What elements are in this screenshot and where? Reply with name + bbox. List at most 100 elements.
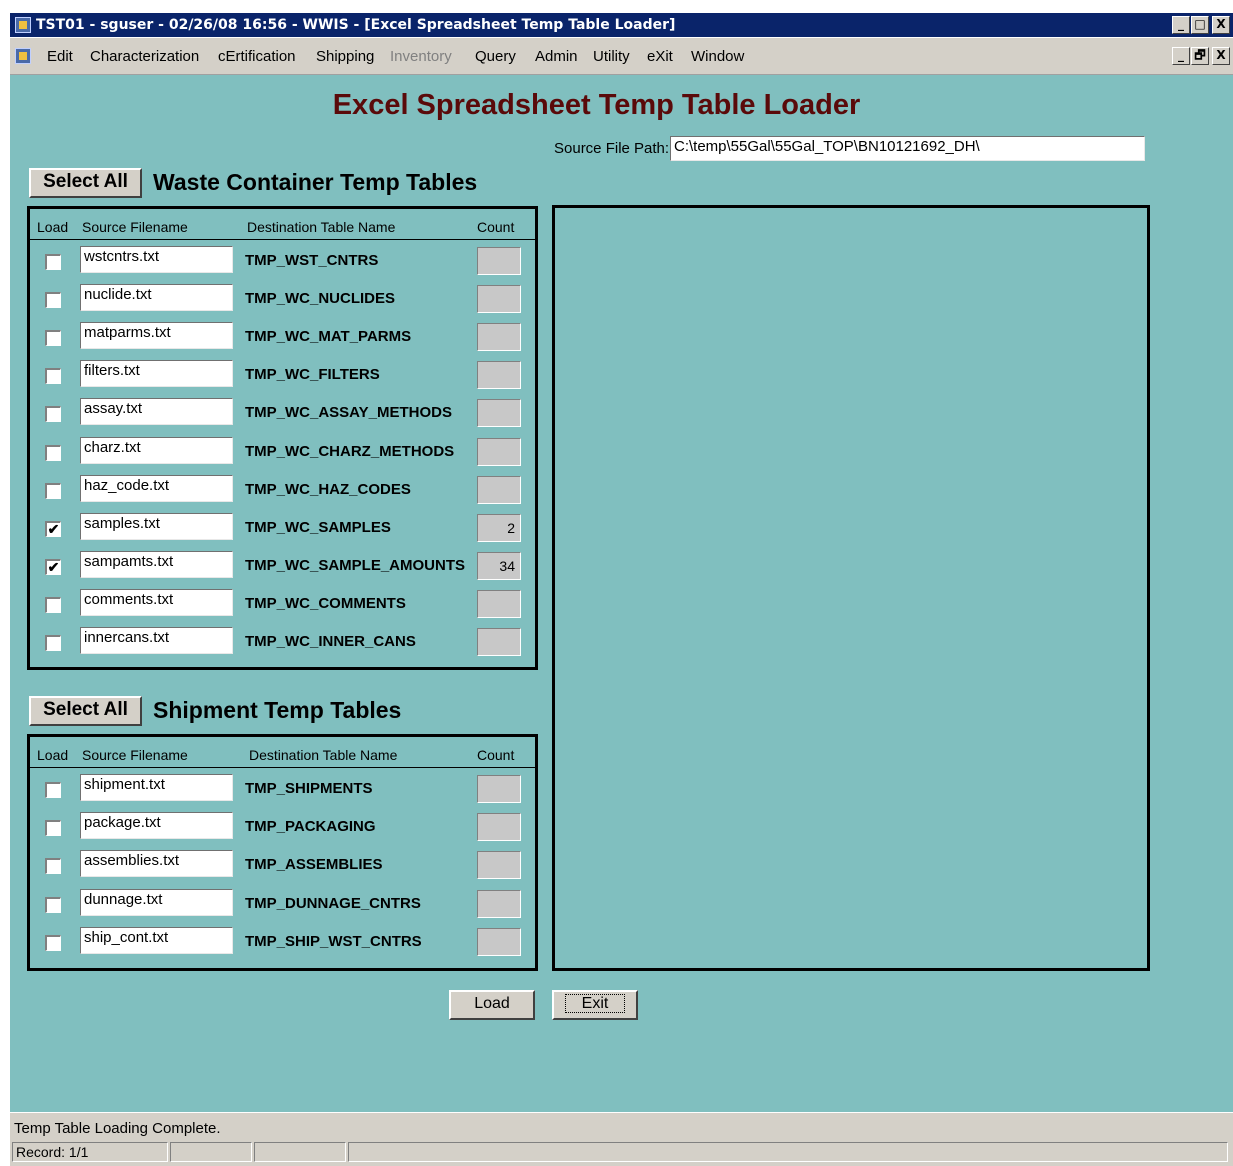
shipment-load-checkbox[interactable] [45, 896, 61, 913]
shipment-table-row: dunnage.txt TMP_DUNNAGE_CNTRS [30, 888, 535, 921]
shipment-source-filename-input[interactable]: shipment.txt [80, 774, 233, 801]
menu-query[interactable]: Query [475, 48, 516, 65]
menu-edit[interactable]: Edit [47, 48, 73, 65]
status-message: Temp Table Loading Complete. [14, 1120, 221, 1137]
shipment-count-field [477, 813, 521, 842]
shipment-count-field [477, 927, 521, 956]
waste-destination-table-name: TMP_WC_ASSAY_METHODS [245, 404, 452, 422]
waste-destination-table-name: TMP_WC_FILTERS [245, 366, 380, 384]
shipment-source-filename-input[interactable]: dunnage.txt [80, 888, 233, 916]
waste-destination-table-name: TMP_WC_HAZ_CODES [245, 480, 411, 498]
waste-count-field [477, 285, 521, 314]
waste-table-row: haz_code.txt TMP_WC_HAZ_CODES [30, 474, 535, 507]
status-field-2 [170, 1142, 252, 1162]
waste-source-filename-input[interactable]: matparms.txt [80, 322, 233, 350]
waste-count-field [477, 399, 521, 428]
exit-button-label: Exit [564, 994, 626, 1013]
waste-table-row: ✔ samples.txt TMP_WC_SAMPLES 2 [30, 512, 535, 545]
waste-load-checkbox[interactable] [45, 330, 61, 347]
waste-table-row: wstcntrs.txt TMP_WST_CNTRS [30, 246, 535, 278]
shipment-col-count: Count [477, 747, 515, 763]
shipment-table-row: shipment.txt TMP_SHIPMENTS [30, 774, 535, 806]
waste-source-filename-input[interactable]: haz_code.txt [80, 474, 233, 502]
shipment-table-panel: Load Source Filename Destination Table N… [27, 734, 538, 971]
menu-characterization[interactable]: Characterization [90, 48, 199, 65]
document-icon[interactable] [15, 48, 31, 64]
waste-load-checkbox[interactable] [45, 368, 61, 385]
waste-select-all-button[interactable]: Select All [29, 168, 142, 198]
source-path-input[interactable]: C:\temp\55Gal\55Gal_TOP\BN10121692_DH\ [670, 136, 1145, 161]
shipment-source-filename-input[interactable]: package.txt [80, 812, 233, 840]
waste-destination-table-name: TMP_WC_SAMPLES [245, 518, 391, 536]
waste-section-title: Waste Container Temp Tables [153, 169, 478, 195]
waste-load-checkbox[interactable]: ✔ [45, 558, 61, 575]
waste-source-filename-input[interactable]: nuclide.txt [80, 284, 233, 312]
load-button[interactable]: Load [449, 990, 535, 1020]
waste-count-field [477, 475, 521, 504]
waste-source-filename-input[interactable]: charz.txt [80, 436, 233, 464]
shipment-load-checkbox[interactable] [45, 858, 61, 875]
shipment-load-checkbox[interactable] [45, 820, 61, 837]
waste-table-row: charz.txt TMP_WC_CHARZ_METHODS [30, 436, 535, 469]
minimize-icon[interactable]: _ [1172, 16, 1190, 34]
menu-utility[interactable]: Utility [593, 48, 630, 65]
waste-count-field [477, 437, 521, 466]
waste-source-filename-input[interactable]: filters.txt [80, 360, 233, 388]
waste-source-filename-input[interactable]: samples.txt [80, 512, 233, 540]
waste-load-checkbox[interactable] [45, 406, 61, 423]
waste-source-filename-input[interactable]: wstcntrs.txt [80, 246, 233, 273]
shipment-destination-table-name: TMP_SHIPMENTS [245, 780, 373, 797]
menu-certification[interactable]: cErtification [218, 48, 296, 65]
waste-header-divider [30, 239, 535, 240]
waste-source-filename-input[interactable]: assay.txt [80, 398, 233, 426]
shipment-col-dest: Destination Table Name [249, 747, 398, 763]
record-indicator: Record: 1/1 [12, 1142, 168, 1162]
status-field-4 [348, 1142, 1228, 1162]
shipment-destination-table-name: TMP_ASSEMBLIES [245, 856, 383, 874]
maximize-icon[interactable]: □ [1191, 16, 1209, 34]
waste-table-row: assay.txt TMP_WC_ASSAY_METHODS [30, 398, 535, 430]
menu-exit[interactable]: eXit [647, 48, 673, 65]
window-title-bar[interactable]: TST01 - sguser - 02/26/08 16:56 - WWIS -… [10, 13, 1233, 37]
waste-source-filename-input[interactable]: comments.txt [80, 588, 233, 616]
mdi-minimize-icon[interactable]: _ [1172, 47, 1190, 65]
shipment-destination-table-name: TMP_DUNNAGE_CNTRS [245, 894, 421, 912]
results-panel [552, 205, 1150, 971]
shipment-load-checkbox[interactable] [45, 934, 61, 951]
shipment-section-title: Shipment Temp Tables [153, 697, 402, 723]
waste-source-filename-input[interactable]: innercans.txt [80, 627, 233, 654]
menu-shipping[interactable]: Shipping [316, 48, 374, 65]
waste-destination-table-name: TMP_WC_INNER_CANS [245, 633, 416, 650]
close-icon[interactable]: X [1212, 16, 1230, 34]
menu-inventory[interactable]: Inventory [390, 48, 452, 65]
waste-source-filename-input[interactable]: sampamts.txt [80, 550, 233, 578]
exit-button[interactable]: Exit [552, 990, 638, 1020]
shipment-header-divider [30, 767, 535, 768]
waste-load-checkbox[interactable] [45, 635, 61, 651]
mdi-restore-icon[interactable]: 🗗 [1191, 47, 1209, 65]
shipment-source-filename-input[interactable]: ship_cont.txt [80, 926, 233, 954]
waste-table-row: innercans.txt TMP_WC_INNER_CANS [30, 627, 535, 659]
shipment-source-filename-input[interactable]: assemblies.txt [80, 850, 233, 878]
shipment-select-all-button[interactable]: Select All [29, 696, 142, 726]
waste-destination-table-name: TMP_WST_CNTRS [245, 252, 379, 269]
waste-load-checkbox[interactable] [45, 596, 61, 613]
waste-load-checkbox[interactable]: ✔ [45, 520, 61, 537]
waste-count-field [477, 589, 521, 618]
menu-admin[interactable]: Admin [535, 48, 578, 65]
waste-destination-table-name: TMP_WC_COMMENTS [245, 594, 406, 612]
waste-load-checkbox[interactable] [45, 482, 61, 499]
mdi-close-icon[interactable]: X [1212, 47, 1230, 65]
shipment-table-row: package.txt TMP_PACKAGING [30, 812, 535, 844]
waste-count-field [477, 361, 521, 390]
waste-col-load: Load [37, 219, 69, 235]
menu-window[interactable]: Window [691, 48, 744, 65]
app-icon[interactable] [15, 17, 31, 33]
shipment-load-checkbox[interactable] [45, 782, 61, 798]
shipment-count-field [477, 775, 521, 803]
waste-load-checkbox[interactable] [45, 292, 61, 309]
waste-load-checkbox[interactable] [45, 444, 61, 461]
waste-count-field [477, 247, 521, 275]
waste-load-checkbox[interactable] [45, 254, 61, 270]
source-path-label: Source File Path: [554, 140, 670, 157]
